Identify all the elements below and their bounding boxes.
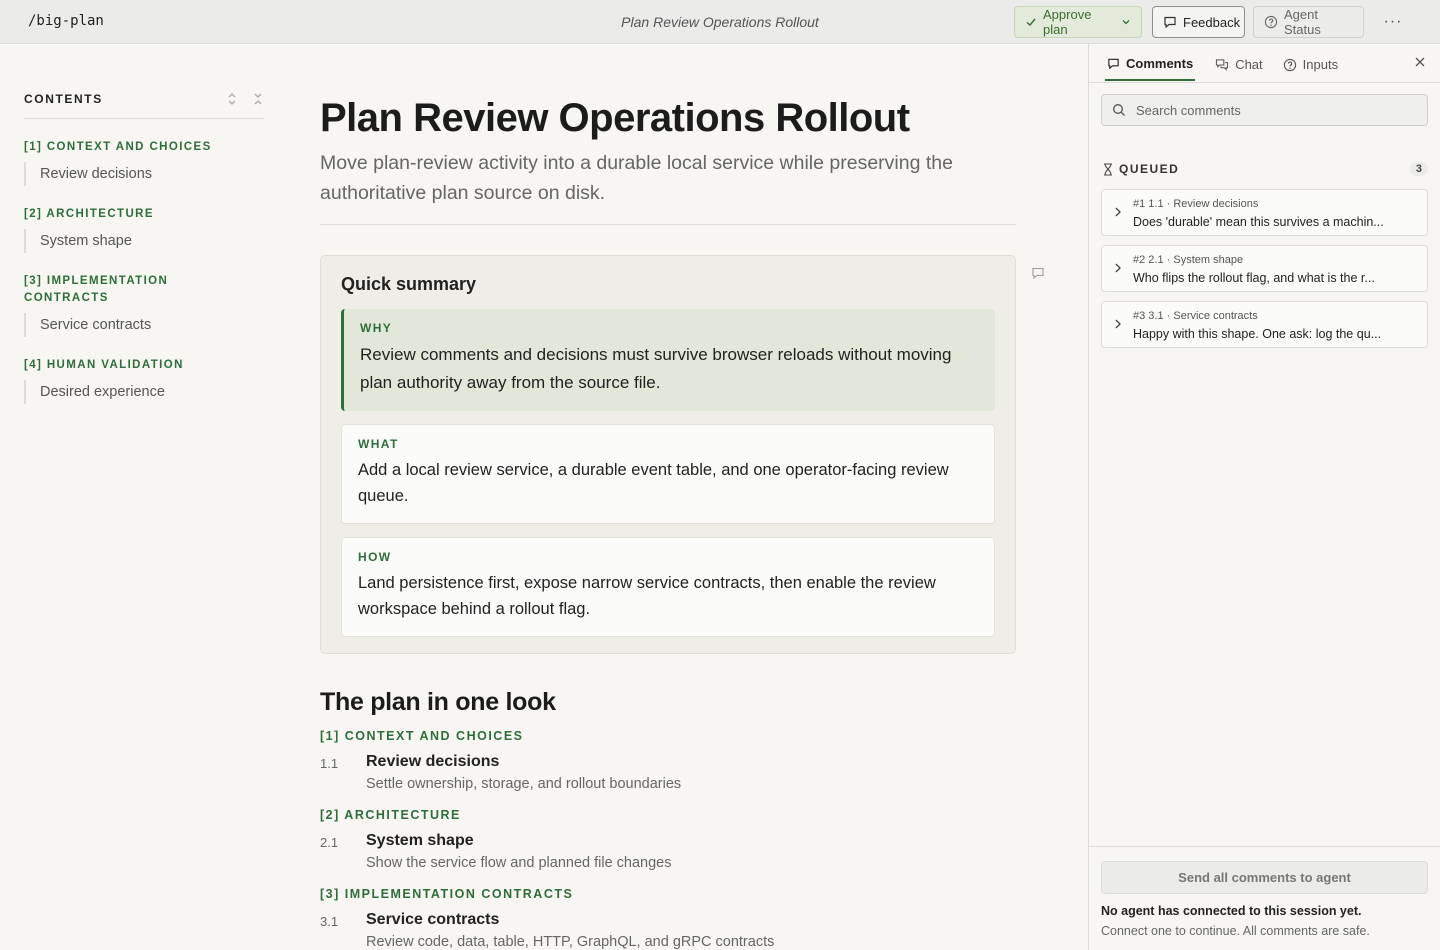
expand-all-icon[interactable] (226, 92, 238, 106)
table-of-contents: CONTENTS [1] CONTEXT AND CHOICES Review … (24, 92, 264, 404)
plan-row[interactable]: 3.1 Service contracts Review code, data,… (320, 911, 1016, 950)
add-comment-icon[interactable] (1031, 266, 1045, 280)
collapse-all-icon[interactable] (252, 92, 264, 106)
chat-bubbles-icon (1216, 59, 1229, 71)
more-menu-button[interactable]: ··· (1376, 6, 1410, 38)
panel-divider (1089, 82, 1440, 83)
agent-status-button[interactable]: Agent Status (1253, 6, 1364, 38)
how-text: Land persistence first, expose narrow se… (358, 574, 936, 618)
queued-comment[interactable]: #1 1.1 · Review decisions Does 'durable'… (1101, 189, 1428, 236)
summary-card-what: WHAT Add a local review service, a durab… (341, 424, 995, 524)
send-all-comments-button[interactable]: Send all comments to agent (1101, 861, 1428, 894)
check-icon (1026, 18, 1036, 26)
quick-summary-heading: Quick summary (341, 274, 477, 294)
agent-connection-hint: Connect one to continue. All comments ar… (1101, 924, 1370, 938)
plan-row-title: System shape (366, 832, 474, 849)
close-icon[interactable] (1414, 56, 1426, 68)
queued-label: QUEUED (1119, 162, 1180, 176)
plan-row-description: Settle ownership, storage, and rollout b… (366, 776, 682, 792)
plan-section-implementation: [3] IMPLEMENTATION CONTRACTS (320, 887, 574, 901)
panel-footer: Send all comments to agent No agent has … (1089, 846, 1440, 950)
what-text: Add a local review service, a durable ev… (358, 461, 949, 505)
queued-count-badge: 3 (1409, 162, 1428, 176)
tab-chat[interactable]: Chat (1215, 56, 1263, 81)
toc-item-review-decisions[interactable]: Review decisions (24, 162, 264, 186)
toc-header: CONTENTS (24, 92, 264, 119)
toc-item-desired-experience[interactable]: Desired experience (24, 380, 264, 404)
quick-summary: Quick summary WHY Review comments and de… (320, 255, 1016, 654)
search-comments-field[interactable] (1101, 94, 1428, 126)
why-label: WHY (360, 321, 393, 335)
toc-section-implementation[interactable]: [3] IMPLEMENTATION CONTRACTS (24, 273, 184, 307)
comment-meta: #2 2.1 · System shape (1133, 254, 1244, 266)
summary-card-how: HOW Land persistence first, expose narro… (341, 537, 995, 637)
toc-item-system-shape[interactable]: System shape (24, 229, 264, 253)
comment-text: Who flips the rollout flag, and what is … (1133, 271, 1375, 285)
help-circle-icon (1283, 58, 1296, 71)
page-subtitle: Move plan-review activity into a durable… (320, 148, 1016, 225)
page-title: Plan Review Operations Rollout (320, 96, 910, 140)
queued-comment[interactable]: #3 3.1 · Service contracts Happy with th… (1101, 301, 1428, 348)
feedback-button[interactable]: Feedback (1152, 6, 1245, 38)
plan-row-description: Review code, data, table, HTTP, GraphQL,… (366, 934, 775, 950)
more-dots-icon: ··· (1383, 13, 1403, 30)
summary-card-why: WHY Review comments and decisions must s… (341, 309, 995, 411)
hourglass-icon (1104, 162, 1112, 176)
how-label: HOW (358, 550, 392, 564)
comments-panel: Comments Chat Inputs QUEUED 3 #1 1.1 · R… (1088, 44, 1440, 950)
tab-chat-label: Chat (1235, 57, 1263, 72)
plan-row-number: 3.1 (320, 914, 339, 929)
tab-inputs-label: Inputs (1302, 57, 1339, 72)
plan-row[interactable]: 1.1 Review decisions Settle ownership, s… (320, 753, 1016, 792)
tab-inputs[interactable]: Inputs (1283, 56, 1338, 81)
search-input[interactable] (1136, 102, 1416, 118)
plan-row[interactable]: 2.1 System shape Show the service flow a… (320, 832, 1016, 871)
comment-text: Does 'durable' mean this survives a mach… (1133, 215, 1384, 229)
plan-row-number: 2.1 (320, 835, 339, 850)
chevron-right-icon (1115, 319, 1121, 329)
chevron-right-icon (1115, 207, 1121, 217)
toc-section-human-validation[interactable]: [4] HUMAN VALIDATION (24, 357, 264, 374)
toc-section-architecture[interactable]: [2] ARCHITECTURE (24, 206, 264, 223)
feedback-label: Feedback (1183, 14, 1241, 30)
queued-comments-list: #1 1.1 · Review decisions Does 'durable'… (1101, 189, 1428, 357)
toc-heading: CONTENTS (24, 92, 103, 106)
chevron-down-icon (1122, 20, 1130, 25)
plan-row-title: Service contracts (366, 911, 500, 928)
main-content: Plan Review Operations Rollout Move plan… (320, 96, 1016, 950)
toc-section-context[interactable]: [1] CONTEXT AND CHOICES (24, 139, 264, 156)
comment-text: Happy with this shape. One ask: log the … (1133, 327, 1382, 341)
tab-comments[interactable]: Comments (1105, 56, 1196, 81)
agent-connection-status: No agent has connected to this session y… (1101, 904, 1362, 918)
plan-row-title: Review decisions (366, 753, 500, 770)
comment-meta: #1 1.1 · Review decisions (1133, 198, 1259, 210)
queued-comment[interactable]: #2 2.1 · System shape Who flips the roll… (1101, 245, 1428, 292)
approve-plan-label: Approve plan (1043, 7, 1092, 37)
approve-plan-button[interactable]: Approve plan (1014, 6, 1142, 38)
tab-comments-label: Comments (1126, 56, 1194, 71)
agent-status-label: Agent Status (1284, 7, 1321, 37)
comment-icon (1108, 58, 1119, 70)
toc-item-service-contracts[interactable]: Service contracts (24, 313, 264, 337)
plan-heading: The plan in one look (320, 688, 556, 716)
queued-header: QUEUED 3 (1103, 162, 1428, 176)
what-label: WHAT (358, 437, 399, 451)
help-circle-icon (1264, 15, 1278, 29)
plan-section-architecture: [2] ARCHITECTURE (320, 808, 461, 822)
search-icon (1113, 104, 1125, 116)
why-text: Review comments and decisions must survi… (360, 345, 952, 392)
plan-section-context: [1] CONTEXT AND CHOICES (320, 729, 524, 743)
plan-row-number: 1.1 (320, 756, 339, 771)
plan-row-description: Show the service flow and planned file c… (366, 855, 672, 871)
panel-tabs: Comments Chat Inputs (1105, 56, 1338, 81)
top-bar: /big-plan Plan Review Operations Rollout… (0, 0, 1440, 44)
speech-bubble-icon (1164, 16, 1176, 29)
chevron-right-icon (1115, 263, 1121, 273)
comment-meta: #3 3.1 · Service contracts (1133, 310, 1258, 322)
